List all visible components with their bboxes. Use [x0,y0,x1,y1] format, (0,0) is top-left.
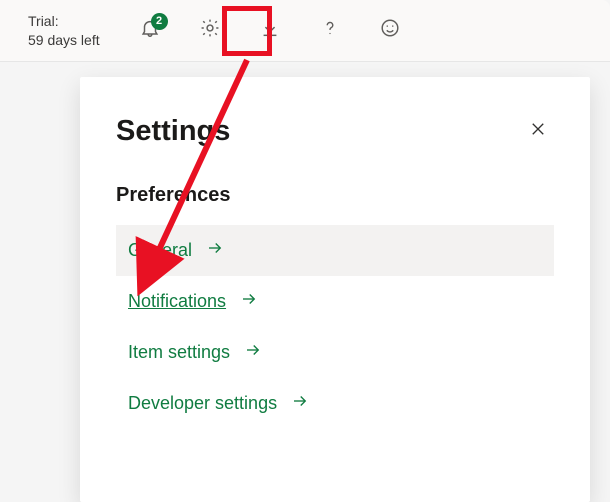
section-title: Preferences [116,184,554,207]
pref-label: Notifications [128,291,226,312]
pref-item-item-settings[interactable]: Item settings [116,327,554,378]
trial-status: Trial: 59 days left [14,12,100,48]
pref-item-general[interactable]: General [116,225,554,276]
help-button[interactable] [308,9,352,53]
panel-header: Settings [116,115,554,148]
pref-label: Item settings [128,342,230,363]
download-button[interactable] [248,9,292,53]
arrow-right-icon [244,341,262,364]
feedback-button[interactable] [368,9,412,53]
close-button[interactable] [522,116,554,148]
settings-panel: Settings Preferences General Notificatio… [80,77,590,502]
pref-label: Developer settings [128,393,277,414]
close-icon [529,120,547,143]
top-toolbar: Trial: 59 days left 2 [0,0,610,62]
arrow-right-icon [240,290,258,313]
trial-line-1: Trial: [28,13,59,29]
arrow-right-icon [291,392,309,415]
arrow-right-icon [206,239,224,262]
help-icon [319,17,341,44]
pref-item-notifications[interactable]: Notifications [116,276,554,327]
notifications-button[interactable]: 2 [128,9,172,53]
trial-line-2: 59 days left [28,31,100,49]
download-icon [259,17,281,44]
smiley-icon [379,17,401,44]
pref-label: General [128,240,192,261]
notification-badge: 2 [151,13,168,30]
panel-title: Settings [116,115,230,148]
pref-item-developer-settings[interactable]: Developer settings [116,378,554,429]
settings-button[interactable] [188,9,232,53]
gear-icon [199,17,221,44]
